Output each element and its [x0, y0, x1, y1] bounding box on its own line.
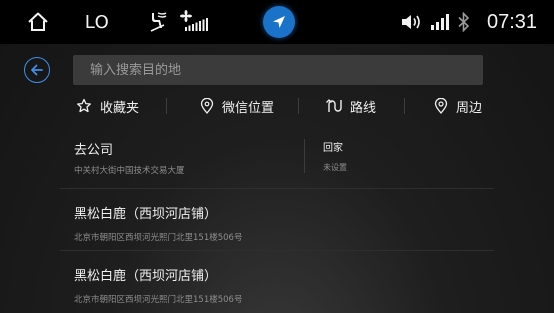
search-input[interactable]: [73, 55, 483, 85]
nearby-button[interactable]: 周边: [434, 92, 482, 120]
navigation-icon: [263, 6, 295, 38]
navigation-button[interactable]: [263, 0, 295, 44]
quick-destinations: 去公司 中关村大街中国技术交易大厦 回家 未设置: [60, 133, 494, 183]
fan-speed-label[interactable]: LO: [80, 0, 114, 44]
home-icon: [28, 12, 48, 31]
go-to-work-title[interactable]: 去公司: [74, 139, 113, 158]
status-bar: LO 07:31: [0, 0, 554, 44]
home-button[interactable]: [24, 0, 52, 44]
fan-level-indicator[interactable]: [179, 0, 213, 44]
divider: [166, 98, 167, 114]
list-item[interactable]: 黑松白鹿（西坝河店铺） 北京市朝阳区西坝河光熙门北里151楼506号: [74, 203, 494, 243]
nearby-label: 周边: [456, 100, 483, 116]
divider: [304, 139, 305, 173]
location-pin-icon: [200, 98, 214, 114]
fan-level-icon: [180, 10, 208, 31]
seat-airflow-icon: [150, 12, 167, 32]
route-icon: [326, 99, 342, 112]
bluetooth-indicator[interactable]: [456, 0, 472, 44]
divider: [298, 98, 299, 114]
poi-name: 黑松白鹿（西坝河店铺）: [74, 269, 218, 284]
seat-airflow-button[interactable]: [143, 0, 173, 44]
action-row: 收藏夹 微信位置 路线 周边: [60, 92, 490, 120]
clock: 07:31: [486, 10, 538, 33]
home-address: 未设置: [323, 163, 347, 172]
poi-name: 黑松白鹿（西坝河店铺）: [74, 207, 218, 222]
volume-icon: [402, 15, 420, 29]
favorites-button[interactable]: 收藏夹: [76, 92, 139, 120]
bluetooth-icon: [458, 12, 470, 32]
route-label: 路线: [350, 100, 377, 116]
nearby-search-icon: [434, 98, 448, 114]
divider: [60, 250, 494, 251]
signal-indicator: [429, 0, 451, 44]
work-address: 中关村大街中国技术交易大厦: [74, 166, 185, 176]
go-home-title[interactable]: 回家: [323, 139, 343, 154]
arrow-left-icon: [31, 64, 43, 76]
route-button[interactable]: 路线: [326, 92, 376, 120]
star-icon: [77, 98, 91, 113]
back-button[interactable]: [24, 57, 50, 83]
poi-address: 北京市朝阳区西坝河光熙门北里151楼506号: [74, 233, 243, 243]
signal-icon: [431, 14, 449, 30]
divider: [404, 98, 405, 114]
list-item[interactable]: 黑松白鹿（西坝河店铺） 北京市朝阳区西坝河光熙门北里151楼506号: [74, 265, 494, 305]
poi-address: 北京市朝阳区西坝河光熙门北里151楼506号: [74, 295, 243, 305]
favorites-label: 收藏夹: [100, 100, 140, 116]
wechat-location-label: 微信位置: [222, 100, 275, 116]
wechat-location-button[interactable]: 微信位置: [200, 92, 274, 120]
volume-button[interactable]: [400, 0, 424, 44]
divider: [60, 188, 494, 189]
search-bar[interactable]: [73, 55, 483, 85]
